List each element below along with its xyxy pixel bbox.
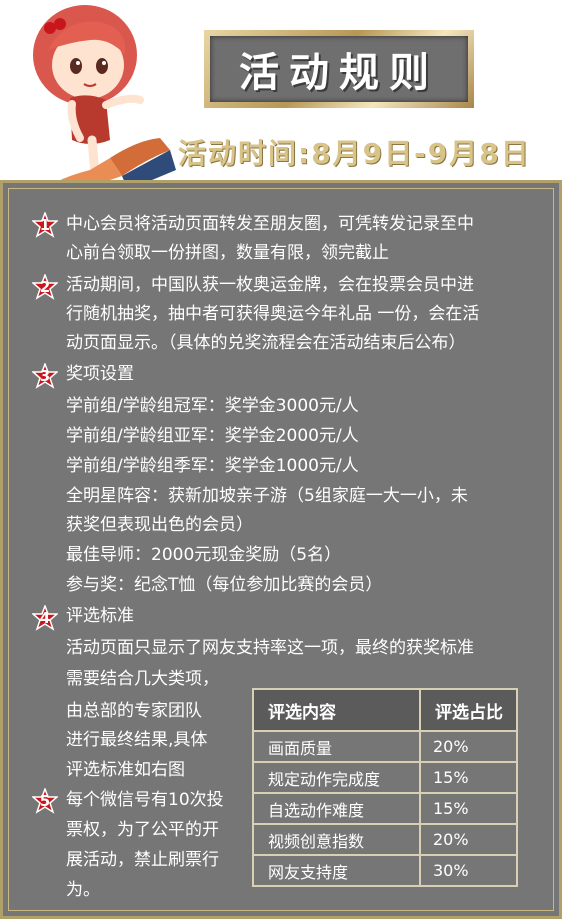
table-row: 画面质量 20% [252, 730, 518, 763]
item-2-line-1: 活动期间，中国队获一枚奥运金牌，会在投票会员中进 [66, 275, 474, 295]
table-cell-criteria: 规定动作完成度 [252, 761, 421, 794]
badge-1: 1 [32, 212, 58, 238]
item-4-line-1: 活动页面只显示了网友支持率这一项，最终的获奖标准 [66, 638, 474, 658]
item-3-heading: 奖项设置 [66, 364, 134, 384]
table-cell-criteria: 网友支持度 [252, 854, 421, 887]
badge-5-number: 5 [39, 792, 51, 810]
item-5-line-3: 展活动，禁止刷票行 [66, 850, 219, 870]
badge-2-number: 2 [39, 278, 51, 296]
scoring-table: 评选内容 评选占比 画面质量 20% 规定动作完成度 15% 自选动作难度 15… [252, 688, 518, 887]
badge-3-number: 3 [39, 367, 51, 385]
table-cell-weight: 20% [419, 730, 518, 763]
table-row: 视频创意指数 20% [252, 823, 518, 856]
table-cell-weight: 30% [419, 854, 518, 887]
badge-4: 4 [32, 605, 58, 631]
badge-2: 2 [32, 274, 58, 300]
badge-5: 5 [32, 788, 58, 814]
badge-3: 3 [32, 363, 58, 389]
item-4-line-5: 评选标准如右图 [66, 760, 185, 780]
table-cell-weight: 15% [419, 761, 518, 794]
badge-1-number: 1 [39, 216, 51, 234]
item-3-line-2: 学前组/学龄组亚军：奖学金2000元/人 [66, 426, 359, 446]
table-row: 规定动作完成度 15% [252, 761, 518, 794]
page-title: 活动规则 [239, 50, 439, 96]
title-banner: 活动规则 [204, 30, 474, 108]
item-4-heading: 评选标准 [66, 606, 134, 626]
item-5-line-1: 每个微信号有10次投 [66, 790, 224, 810]
item-5-line-2: 票权，为了公平的开 [66, 820, 219, 840]
item-4-line-3: 由总部的专家团队 [66, 701, 202, 721]
table-header-row: 评选内容 评选占比 [252, 688, 518, 732]
item-4-line-2: 需要结合几大类项， [66, 669, 219, 689]
table-row: 网友支持度 30% [252, 854, 518, 887]
table-header-weight: 评选占比 [419, 688, 518, 732]
item-3-line-4: 全明星阵容：获新加坡亲子游（5组家庭一大一小，未 [66, 486, 468, 506]
item-1-line-1: 中心会员将活动页面转发至朋友圈，可凭转发记录至中 [66, 214, 474, 234]
item-2-line-2: 行随机抽奖，抽中者可获得奥运今年礼品 一份，会在活 [66, 304, 480, 324]
title-inner: 活动规则 [210, 36, 468, 102]
item-1-line-2: 心前台领取一份拼图，数量有限，领完截止 [66, 243, 389, 263]
item-2-line-3: 动页面显示。（具体的兑奖流程会在活动结束后公布） [66, 333, 466, 353]
item-3-line-3: 学前组/学龄组季军：奖学金1000元/人 [66, 456, 359, 476]
event-date: 活动时间:8月9日-9月8日 [178, 137, 531, 170]
table-cell-weight: 15% [419, 792, 518, 825]
item-5-line-4: 为。 [66, 880, 100, 900]
table-cell-criteria: 视频创意指数 [252, 823, 421, 856]
item-3-line-6: 最佳导师：2000元现金奖励（5名） [66, 545, 342, 565]
poster: 活动规则 活动时间:8月9日-9月8日 1 中心会员将活动页面转发至朋友圈，可凭… [0, 0, 562, 919]
table-header-criteria: 评选内容 [252, 688, 421, 732]
item-3-line-7: 参与奖：纪念T恤（每位参加比赛的会员） [66, 575, 383, 595]
mascot-illustration [30, 5, 176, 200]
table-row: 自选动作难度 15% [252, 792, 518, 825]
table-cell-weight: 20% [419, 823, 518, 856]
item-3-line-1: 学前组/学龄组冠军：奖学金3000元/人 [66, 396, 359, 416]
table-cell-criteria: 自选动作难度 [252, 792, 421, 825]
item-3-line-5: 获奖但表现出色的会员） [66, 515, 253, 535]
badge-4-number: 4 [39, 609, 51, 627]
item-4-line-4: 进行最终结果,具体 [66, 730, 208, 750]
table-cell-criteria: 画面质量 [252, 730, 421, 763]
